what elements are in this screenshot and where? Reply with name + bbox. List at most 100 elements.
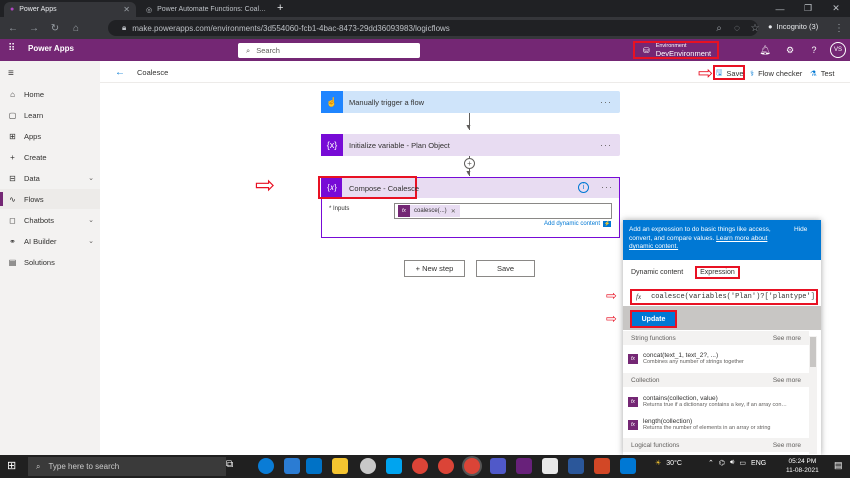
chrome-icon[interactable] bbox=[464, 458, 480, 474]
trigger-card[interactable]: ☝ Manually trigger a flow ··· bbox=[321, 91, 620, 113]
add-dynamic-content-link[interactable]: Add dynamic content ⚡ bbox=[544, 221, 612, 227]
new-step-button[interactable]: + New step bbox=[404, 260, 465, 277]
address-bar[interactable]: 🔒︎ make.powerapps.com/environments/3d554… bbox=[108, 20, 758, 36]
globe-icon: ◎ bbox=[146, 6, 153, 14]
visual-studio-icon[interactable] bbox=[516, 458, 532, 474]
sidebar-item-solutions[interactable]: ▤ Solutions bbox=[0, 252, 100, 272]
more-options-icon[interactable]: ··· bbox=[601, 182, 613, 192]
notepad-icon[interactable] bbox=[542, 458, 558, 474]
info-icon[interactable]: i bbox=[578, 182, 589, 193]
back-arrow-icon[interactable]: ← bbox=[115, 67, 125, 78]
taskbar-search[interactable]: ⌕ Type here to search bbox=[28, 457, 226, 476]
red-arrow-compose: ⇨ bbox=[255, 172, 276, 199]
network-icon: ⌬ bbox=[718, 460, 725, 467]
back-arrow-icon[interactable]: ← bbox=[6, 21, 20, 35]
function-item-contains[interactable]: fx contains(collection, value) Returns tr… bbox=[628, 390, 804, 414]
restore-icon[interactable]: ❐ bbox=[794, 0, 822, 17]
app-launcher-icon[interactable]: ⠿ bbox=[8, 43, 15, 54]
gear-icon[interactable]: ⚙ bbox=[782, 42, 798, 58]
panel-scroll-thumb[interactable] bbox=[810, 337, 816, 367]
function-item-length[interactable]: fx length(collection) Returns the number … bbox=[628, 413, 804, 437]
minimize-icon[interactable]: — bbox=[766, 0, 794, 17]
see-more-link[interactable]: See more bbox=[773, 377, 801, 384]
sidebar-item-apps[interactable]: ⊞ Apps bbox=[0, 126, 100, 146]
avatar[interactable]: VS bbox=[830, 42, 846, 58]
browser-tab-powerautomate[interactable]: ◎ Power Automate Functions: Coal… ✕ bbox=[140, 2, 272, 17]
reload-icon[interactable]: ↻ bbox=[48, 21, 62, 35]
file-explorer-icon[interactable] bbox=[332, 458, 348, 474]
hamburger-icon[interactable]: ≡ bbox=[8, 68, 14, 79]
sidebar-item-create[interactable]: + Create bbox=[0, 147, 100, 167]
task-view-icon[interactable]: ⧉ bbox=[226, 459, 233, 470]
see-more-link[interactable]: See more bbox=[773, 442, 801, 449]
expression-tabs: Dynamic content Expression bbox=[623, 262, 821, 282]
outlook-icon[interactable] bbox=[306, 458, 322, 474]
browser-tab-powerapps[interactable]: ● Power Apps ✕ bbox=[4, 2, 136, 17]
browser-menu-icon[interactable]: ⋮ bbox=[832, 21, 846, 35]
hide-link[interactable]: Hide bbox=[794, 226, 807, 233]
sidebar-item-flows[interactable]: ∿ Flows bbox=[0, 189, 100, 209]
weather-icon: ☀ bbox=[655, 460, 662, 467]
incognito-badge[interactable]: ● Incognito (3) bbox=[768, 22, 818, 31]
sidebar-item-ai-builder[interactable]: ⚭ AI Builder ⌄ bbox=[0, 231, 100, 251]
close-tab-icon[interactable]: ✕ bbox=[123, 5, 130, 14]
sidebar-item-chatbots[interactable]: ◻ Chatbots ⌄ bbox=[0, 210, 100, 230]
flow-checker-command[interactable]: ⚕ Flow checker bbox=[750, 66, 802, 80]
save-command[interactable]: 🖫 Save bbox=[716, 66, 744, 80]
save-button[interactable]: Save bbox=[476, 260, 535, 277]
expression-token[interactable]: fx coalesce(...) ✕ bbox=[398, 205, 460, 217]
edge-icon[interactable] bbox=[258, 458, 274, 474]
app-icon[interactable] bbox=[594, 458, 610, 474]
environment-selector[interactable]: ⛁ Environment DevEnvironment bbox=[633, 41, 719, 59]
expression-input[interactable]: fx coalesce(variables('Plan')?['plantype… bbox=[630, 289, 818, 305]
tab-title: Power Apps bbox=[19, 6, 57, 13]
app-icon[interactable] bbox=[620, 458, 636, 474]
chrome-icon[interactable] bbox=[412, 458, 428, 474]
close-tab-icon[interactable]: ✕ bbox=[271, 5, 272, 14]
section-string-functions: String functions See more bbox=[623, 331, 809, 345]
forward-arrow-icon[interactable]: → bbox=[27, 21, 41, 35]
sidebar-item-home[interactable]: ⌂ Home bbox=[0, 84, 100, 104]
notification-icon[interactable]: ▤ bbox=[834, 460, 843, 471]
bell-icon[interactable]: 🔔︎ bbox=[757, 42, 773, 58]
close-window-icon[interactable]: ✕ bbox=[822, 0, 850, 17]
clock[interactable]: 05:24 PM 11-08-2021 bbox=[786, 457, 819, 475]
eye-off-icon[interactable]: ◌ bbox=[730, 21, 744, 35]
word-icon[interactable] bbox=[568, 458, 584, 474]
search-box[interactable]: ⌕ Search bbox=[238, 43, 420, 58]
more-options-icon[interactable]: ··· bbox=[600, 140, 612, 150]
star-icon[interactable]: ☆ bbox=[748, 21, 762, 35]
chevron-down-icon: ⌄ bbox=[88, 175, 94, 182]
sidebar-item-data[interactable]: ⊟ Data ⌄ bbox=[0, 168, 100, 188]
insert-step-icon[interactable]: + bbox=[464, 158, 475, 169]
app-icon[interactable] bbox=[360, 458, 376, 474]
system-tray[interactable]: ⌃ ⌬ 🔊︎ ▭ ENG bbox=[708, 459, 766, 467]
see-more-link[interactable]: See more bbox=[773, 335, 801, 342]
initialize-variable-card[interactable]: {x} Initialize variable - Plan Object ··… bbox=[321, 134, 620, 156]
function-item-concat[interactable]: fx concat(text_1, text_2?, ...) Combines … bbox=[628, 347, 804, 371]
app-name[interactable]: Power Apps bbox=[28, 44, 74, 53]
help-icon[interactable]: ? bbox=[806, 42, 822, 58]
tab-expression[interactable]: Expression bbox=[695, 265, 740, 279]
app-icon[interactable] bbox=[386, 458, 402, 474]
test-command[interactable]: ⚗ Test bbox=[810, 66, 835, 80]
sidebar-item-learn[interactable]: ▢ Learn bbox=[0, 105, 100, 125]
more-options-icon[interactable]: ··· bbox=[600, 97, 612, 107]
teams-icon[interactable] bbox=[490, 458, 506, 474]
app-header bbox=[0, 39, 850, 61]
touch-icon: ☝ bbox=[321, 91, 343, 113]
volume-icon: 🔊︎ bbox=[730, 459, 735, 466]
home-icon[interactable]: ⌂ bbox=[69, 21, 83, 35]
chrome-icon[interactable] bbox=[438, 458, 454, 474]
incognito-icon: ● bbox=[768, 22, 773, 31]
store-icon[interactable] bbox=[284, 458, 300, 474]
fx-icon: fx bbox=[628, 420, 638, 430]
new-tab-button[interactable]: + bbox=[277, 2, 283, 14]
zoom-icon[interactable]: ⌕ bbox=[712, 21, 726, 35]
solutions-icon: ▤ bbox=[8, 257, 17, 267]
tab-dynamic-content[interactable]: Dynamic content bbox=[631, 269, 683, 276]
windows-start-icon[interactable]: ⊞ bbox=[7, 459, 16, 472]
update-button[interactable]: Update bbox=[630, 310, 677, 328]
remove-token-icon[interactable]: ✕ bbox=[451, 208, 456, 215]
weather-widget[interactable]: ☀ 30°C bbox=[655, 459, 682, 468]
